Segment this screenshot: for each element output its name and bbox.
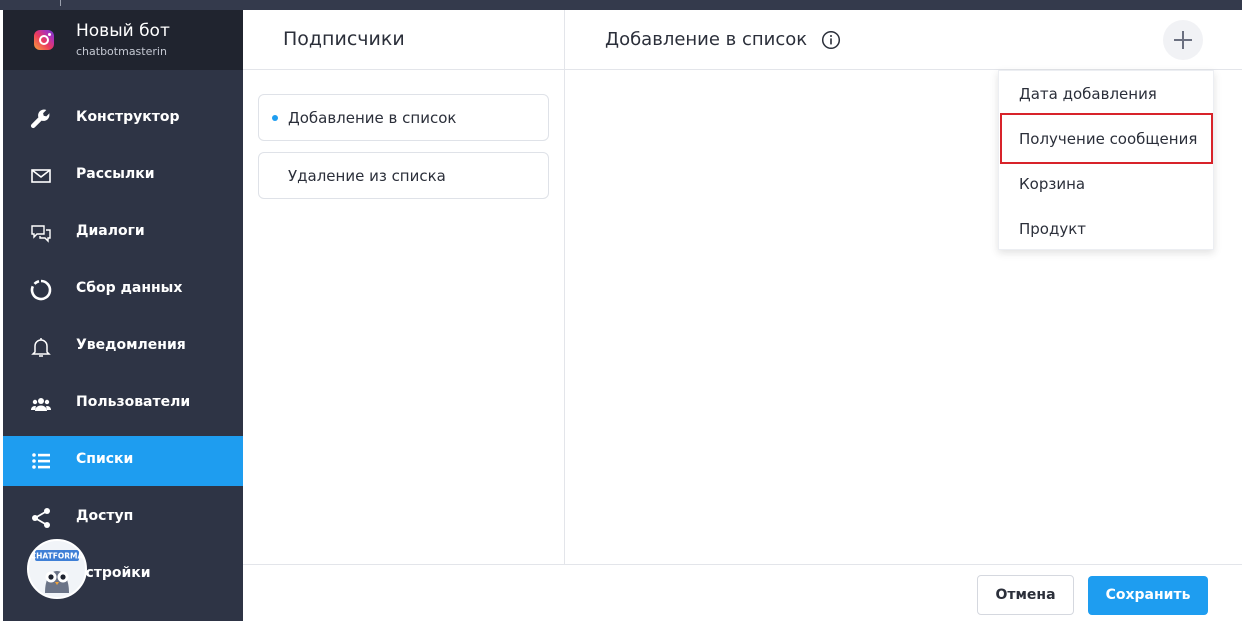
dropdown-item-label: Продукт [1019, 220, 1087, 238]
list-icon [29, 449, 53, 473]
users-icon [29, 392, 53, 416]
svg-text:CHATFORMA: CHATFORMA [31, 552, 84, 561]
save-button-label: Сохранить [1105, 587, 1191, 603]
chat-bubbles-icon [29, 221, 53, 245]
wrench-icon [29, 107, 53, 131]
sidebar-item-data-collection[interactable]: Сбор данных [3, 265, 243, 315]
sidebar-item-constructor[interactable]: Конструктор [3, 94, 243, 144]
info-icon[interactable] [821, 30, 841, 50]
bot-header[interactable]: Новый бот chatbotmasterin [3, 10, 243, 70]
plus-icon [1174, 31, 1192, 49]
sidebar-item-label: Рассылки [76, 166, 155, 182]
column-divider [564, 10, 565, 564]
circle-progress-icon [29, 278, 53, 302]
cancel-button-label: Отмена [995, 587, 1056, 603]
sidebar-item-label: Доступ [76, 508, 134, 524]
dropdown-item-cart[interactable]: Корзина [999, 161, 1215, 206]
sidebar-item-label: Конструктор [76, 109, 180, 125]
subscribers-title: Подписчики [283, 28, 405, 50]
event-label: Добавление в список [288, 109, 457, 127]
instagram-icon [34, 30, 54, 50]
sidebar-item-users[interactable]: Пользователи [3, 379, 243, 429]
event-item-add-to-list[interactable]: Добавление в список [258, 94, 549, 141]
dropdown-item-label: Корзина [1019, 175, 1086, 193]
editor-title: Добавление в список [605, 29, 808, 50]
add-condition-button[interactable] [1163, 20, 1203, 60]
sidebar-item-label: Сбор данных [76, 280, 183, 296]
event-item-remove-from-list[interactable]: Удаление из списка [258, 152, 549, 199]
bell-icon [29, 335, 53, 359]
sidebar-item-label: Диалоги [76, 223, 145, 239]
window-top-strip [0, 0, 1242, 10]
sidebar-item-lists[interactable]: Списки [3, 436, 243, 486]
dropdown-item-date-added[interactable]: Дата добавления [999, 71, 1215, 116]
selected-dot [272, 115, 278, 121]
cancel-button[interactable]: Отмена [977, 575, 1074, 615]
dropdown-item-product[interactable]: Продукт [999, 206, 1215, 251]
sidebar-item-access[interactable]: Доступ [3, 493, 243, 543]
sidebar-item-mailings[interactable]: Рассылки [3, 151, 243, 201]
sidebar-item-label: астройки [76, 565, 151, 581]
sidebar-item-label: Уведомления [76, 337, 186, 353]
share-icon [29, 506, 53, 530]
sidebar-item-dialogs[interactable]: Диалоги [3, 208, 243, 258]
bot-handle: chatbotmasterin [76, 45, 167, 58]
sidebar-item-notifications[interactable]: Уведомления [3, 322, 243, 372]
sidebar-item-label: Списки [76, 451, 134, 467]
envelope-icon [29, 164, 53, 188]
event-label: Удаление из списка [288, 167, 446, 185]
bot-name: Новый бот [76, 21, 170, 41]
highlight-frame [1000, 113, 1213, 164]
dropdown-item-label: Дата добавления [1019, 85, 1157, 103]
save-button[interactable]: Сохранить [1088, 576, 1208, 615]
sidebar-item-label: Пользователи [76, 394, 191, 410]
chatforma-owl-avatar[interactable]: CHATFORMA [27, 539, 87, 599]
